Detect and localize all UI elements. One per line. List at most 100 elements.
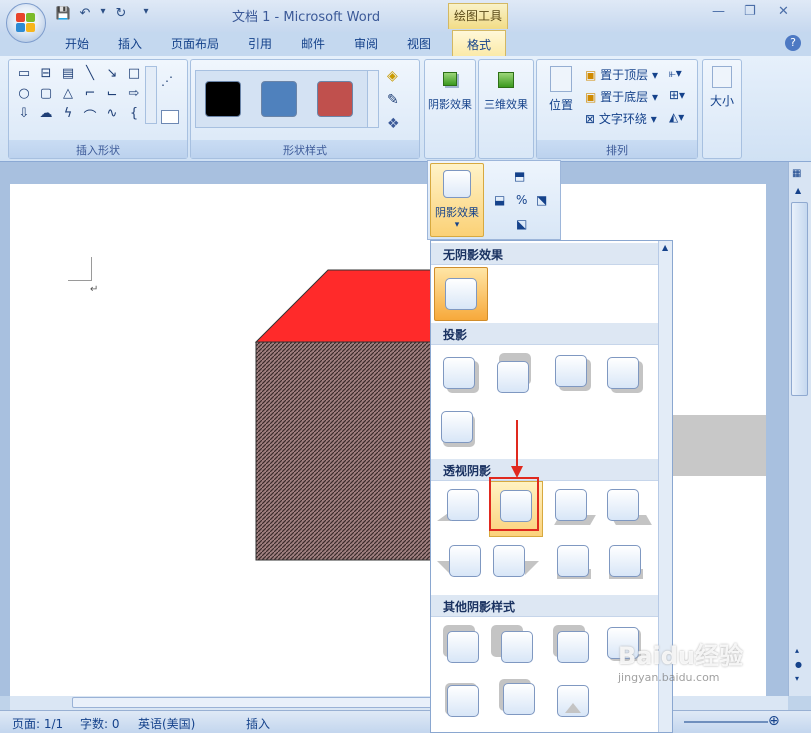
align-icon[interactable]: ⫦▾ <box>669 66 682 81</box>
other-shadow-option-7[interactable] <box>557 685 597 725</box>
prev-page-icon[interactable]: ▴ <box>795 646 799 655</box>
drop-shadow-option-2[interactable] <box>497 353 537 397</box>
perspective-option-3[interactable] <box>554 489 599 533</box>
status-mode[interactable]: 插入 <box>246 715 270 732</box>
size-button[interactable]: 大小 <box>703 64 741 109</box>
perspective-option-8[interactable] <box>607 545 651 589</box>
perspective-option-7[interactable] <box>555 545 599 589</box>
minimize-button[interactable]: — <box>712 4 725 19</box>
perspective-option-6[interactable] <box>491 545 541 585</box>
drop-shadow-option-1[interactable] <box>443 357 483 397</box>
tab-mailings[interactable]: 邮件 <box>301 35 325 52</box>
other-shadow-option-3[interactable] <box>553 625 595 667</box>
perspective-option-4[interactable] <box>607 489 652 533</box>
help-icon[interactable]: ? <box>785 35 801 51</box>
send-to-back-button[interactable]: ▣ 置于底层 ▾ <box>585 88 658 105</box>
elbow-arrow-icon[interactable]: ⌙ <box>103 86 121 104</box>
close-button[interactable]: ✕ <box>778 4 789 19</box>
shadow-effects-button[interactable]: 阴影效果 <box>425 64 475 112</box>
perspective-option-1[interactable] <box>437 489 483 529</box>
rotate-icon[interactable]: ◭▾ <box>669 110 684 124</box>
zoom-slider[interactable] <box>684 721 768 723</box>
drop-shadow-option-3[interactable] <box>555 355 595 395</box>
style-swatch-red[interactable] <box>317 81 353 117</box>
oval-shape-icon[interactable]: ○ <box>15 86 33 104</box>
next-page-icon[interactable]: ▾ <box>795 674 799 683</box>
change-shape-icon[interactable]: ❖ <box>387 116 400 132</box>
shadow-effects-split-button[interactable]: 阴影效果 ▾ <box>430 163 484 237</box>
tab-references[interactable]: 引用 <box>248 35 272 52</box>
no-shadow-option[interactable] <box>434 267 488 321</box>
tab-insert[interactable]: 插入 <box>118 35 142 52</box>
shape-gallery[interactable]: ▭ ⊟ ▤ ╲ ↘ □ ○ ▢ △ ⌐ ⌙ ⇨ ⇩ ☁ ϟ ⌒ ∿ { <box>15 66 155 125</box>
cloud-shape-icon[interactable]: ☁ <box>37 106 55 124</box>
arrow-line-shape-icon[interactable]: ↘ <box>103 66 121 84</box>
rounded-rect-shape-icon[interactable]: ▢ <box>37 86 55 104</box>
style-gallery-scroll[interactable] <box>367 70 379 128</box>
textbox-alt-shape-icon[interactable]: ⊟ <box>37 66 55 84</box>
scroll-up-arrow[interactable]: ▲ <box>795 186 801 195</box>
tab-review[interactable]: 审阅 <box>354 35 378 52</box>
nudge-shadow-down-icon[interactable]: ⬕ <box>516 217 527 231</box>
status-page[interactable]: 页面: 1/1 <box>12 715 63 732</box>
status-bar: 页面: 1/1 字数: 0 英语(美国) 插入 ⊕ <box>0 710 811 733</box>
perspective-option-5[interactable] <box>437 545 483 585</box>
undo-dropdown-icon[interactable]: ▾ <box>98 6 108 24</box>
lightning-shape-icon[interactable]: ϟ <box>59 106 77 124</box>
tab-format[interactable]: 格式 <box>452 30 506 56</box>
drop-shadow-option-5[interactable] <box>441 411 481 451</box>
rectangle-shape-icon[interactable]: □ <box>125 66 143 84</box>
h-scroll-thumb[interactable] <box>72 697 452 708</box>
undo-icon[interactable]: ↶ <box>76 6 94 24</box>
status-language[interactable]: 英语(美国) <box>138 715 195 732</box>
other-shadow-option-1[interactable] <box>443 625 483 667</box>
group-objects-icon[interactable]: ⊞▾ <box>669 88 685 102</box>
3d-effects-button[interactable]: 三维效果 <box>479 64 533 112</box>
curve-shape-icon[interactable]: ∿ <box>103 106 121 124</box>
redo-icon[interactable]: ↻ <box>112 6 130 24</box>
other-shadow-option-5[interactable] <box>445 683 485 723</box>
right-arrow-shape-icon[interactable]: ⇨ <box>125 86 143 104</box>
gallery-scroll-up[interactable]: ▲ <box>662 243 668 252</box>
zoom-in-icon[interactable]: ⊕ <box>768 713 780 729</box>
scroll-thumb[interactable] <box>791 202 808 396</box>
down-arrow-shape-icon[interactable]: ⇩ <box>15 106 33 124</box>
other-shadow-option-6[interactable] <box>499 679 541 721</box>
text-wrap-button[interactable]: ⊠ 文字环绕 ▾ <box>585 110 657 127</box>
picture-shape-icon[interactable]: ▤ <box>59 66 77 84</box>
vertical-scrollbar[interactable]: ▦ ▲ ▴ ● ▾ <box>788 162 811 696</box>
qat-customize-icon[interactable]: ▾ <box>140 6 152 24</box>
select-browse-icon[interactable]: ● <box>795 660 802 669</box>
elbow-connector-icon[interactable]: ⌐ <box>81 86 99 104</box>
style-swatch-blue[interactable] <box>261 81 297 117</box>
fill-color-icon[interactable]: ◈ <box>387 68 398 84</box>
shape-gallery-scroll[interactable] <box>145 66 157 124</box>
shadow-toggle-icon[interactable]: % <box>516 193 527 207</box>
arc-shape-icon[interactable]: ⌒ <box>81 106 99 125</box>
style-swatch-black[interactable] <box>205 81 241 117</box>
save-icon[interactable]: 💾 <box>54 6 72 24</box>
brace-shape-icon[interactable]: { <box>125 106 143 124</box>
shadow-effects-icon <box>443 72 457 86</box>
triangle-shape-icon[interactable]: △ <box>59 86 77 104</box>
outline-color-icon[interactable]: ✎ <box>387 92 399 108</box>
edit-shape-icon[interactable]: ⋰ <box>161 74 183 88</box>
line-shape-icon[interactable]: ╲ <box>81 66 99 84</box>
tab-page-layout[interactable]: 页面布局 <box>171 35 219 52</box>
tab-view[interactable]: 视图 <box>407 35 431 52</box>
restore-button[interactable]: ❐ <box>744 4 756 19</box>
status-words[interactable]: 字数: 0 <box>80 715 120 732</box>
nudge-shadow-up-icon[interactable]: ⬒ <box>514 169 525 183</box>
office-button[interactable] <box>6 3 46 43</box>
position-button[interactable]: 位置 <box>539 64 583 113</box>
nudge-shadow-right-icon[interactable]: ⬔ <box>536 193 547 207</box>
nudge-shadow-left-icon[interactable]: ⬓ <box>494 193 505 207</box>
textbox-shape-icon[interactable]: ▭ <box>15 66 33 84</box>
tab-home[interactable]: 开始 <box>65 35 89 52</box>
ruler-toggle-icon[interactable]: ▦ <box>792 168 801 179</box>
draw-textbox-icon[interactable] <box>161 110 179 124</box>
other-shadow-option-2[interactable] <box>491 625 537 665</box>
bring-to-front-button[interactable]: ▣ 置于顶层 ▾ <box>585 66 658 83</box>
section-other-shadow: 其他阴影样式 <box>431 595 659 617</box>
drop-shadow-option-4[interactable] <box>607 357 647 397</box>
